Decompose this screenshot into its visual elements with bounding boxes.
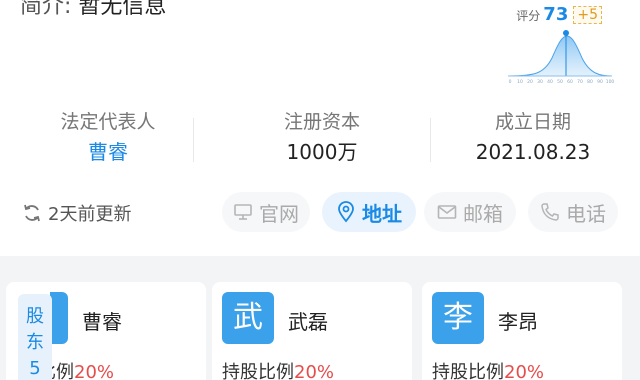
shareholder-avatar: 武 [222, 292, 274, 344]
founded-date: 成立日期 2021.08.23 [433, 108, 633, 168]
axis-tick-label: 60 [567, 79, 573, 85]
shareholder-avatar: 李 [432, 292, 484, 344]
action-row: 2天前更新 官网 地址 邮箱 电话 [0, 192, 640, 232]
website-label: 官网 [259, 201, 299, 226]
ratio-value: 20% [74, 362, 115, 380]
phone-icon [541, 203, 559, 221]
capital-value: 1000万 [286, 140, 358, 164]
location-pin-icon [338, 201, 354, 223]
axis-tick-label: 90 [597, 79, 603, 85]
shareholders-tab[interactable]: 股 东 5 [18, 294, 52, 380]
score-widget[interactable]: 评分 73 +5 0 10 20 30 40 50 60 70 80 90 100 [500, 4, 620, 90]
legal-rep-link[interactable]: 曹睿 [8, 136, 208, 168]
founded-label: 成立日期 [494, 111, 571, 133]
shareholder-card[interactable]: 武 武磊 持股比例20% [212, 282, 412, 380]
tab-char: 东 [26, 332, 44, 353]
registered-capital: 注册资本 1000万 [222, 108, 422, 168]
score-delta-badge: +5 [573, 6, 602, 24]
refresh-status[interactable]: 2天前更新 [22, 200, 131, 226]
axis-tick-label: 40 [547, 79, 553, 85]
phone-label: 电话 [566, 201, 606, 226]
intro-label: 简介: [20, 0, 72, 19]
axis-tick-label: 80 [587, 79, 593, 85]
ratio-label: 持股比例 [222, 362, 294, 380]
ratio-value: 20% [504, 362, 545, 380]
score-label: 评分 [516, 9, 541, 23]
divider [193, 118, 194, 162]
email-label: 邮箱 [463, 201, 503, 226]
ratio-label: 持股比例 [432, 362, 504, 380]
tab-char: 股 [26, 306, 44, 327]
updated-text: 2天前更新 [48, 204, 132, 225]
shareholder-ratio: 持股比例20% [222, 358, 334, 380]
score-marker-dot [563, 30, 569, 36]
shareholder-avatar [50, 292, 68, 344]
company-info-grid: 法定代表人 曹睿 注册资本 1000万 成立日期 2021.08.23 [0, 108, 640, 168]
email-button[interactable]: 邮箱 [424, 192, 516, 232]
monitor-icon [234, 204, 252, 220]
axis-tick-label: 30 [537, 79, 543, 85]
founded-value: 2021.08.23 [475, 140, 591, 164]
axis-tick-label: 10 [517, 79, 523, 85]
tab-count: 5 [29, 358, 41, 379]
mail-icon [437, 205, 457, 219]
capital-label: 注册资本 [283, 111, 360, 133]
refresh-icon [24, 204, 40, 222]
score-value: 73 [543, 4, 569, 25]
bell-curve [507, 35, 613, 77]
divider [430, 118, 431, 162]
axis-tick-label: 100 [606, 79, 615, 85]
shareholder-name[interactable]: 李昂 [498, 306, 538, 335]
company-intro: 简介: 暂无信息 [20, 0, 166, 20]
intro-value: 暂无信息 [78, 0, 167, 19]
address-button[interactable]: 地址 [322, 192, 416, 232]
score-distribution-chart: 0 10 20 30 40 50 60 70 80 90 100 [507, 30, 615, 85]
shareholder-name[interactable]: 曹睿 [82, 306, 122, 335]
legal-rep-label: 法定代表人 [60, 111, 156, 133]
phone-button[interactable]: 电话 [528, 192, 618, 232]
score-header: 评分 73 +5 [516, 6, 602, 24]
address-label: 地址 [362, 201, 402, 226]
legal-representative: 法定代表人 曹睿 [8, 108, 208, 168]
shareholder-card[interactable]: 李 李昂 持股比例20% [422, 282, 622, 380]
ratio-value: 20% [294, 362, 335, 380]
shareholder-ratio: 持股比例20% [432, 358, 544, 380]
axis-tick-label: 50 [557, 79, 563, 85]
axis-tick-label: 70 [577, 79, 583, 85]
axis-tick-label: 0 [509, 79, 512, 85]
website-button[interactable]: 官网 [222, 192, 310, 232]
score-axis-ticks: 0 10 20 30 40 50 60 70 80 90 100 [509, 79, 615, 85]
shareholder-name[interactable]: 武磊 [288, 306, 328, 335]
axis-tick-label: 20 [527, 79, 533, 85]
